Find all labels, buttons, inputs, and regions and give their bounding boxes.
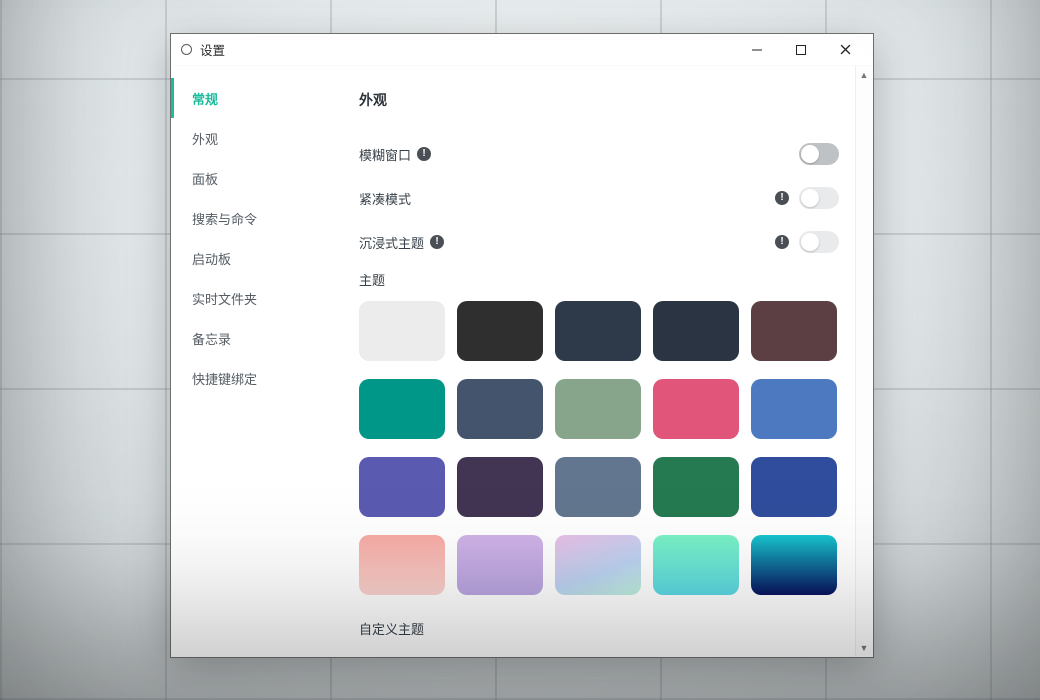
row-blur-window: 模糊窗口 [359, 132, 839, 176]
sidebar-item-memo[interactable]: 备忘录 [171, 318, 347, 358]
theme-swatch-navy-dark[interactable] [653, 301, 739, 361]
theme-swatch-teal[interactable] [359, 379, 445, 439]
label-theme: 主题 [359, 270, 839, 289]
theme-swatch-slate-navy[interactable] [555, 301, 641, 361]
desktop-wallpaper: 设置 常规 外观 面板 搜索与命令 启动板 实时文件 [0, 0, 1040, 700]
theme-swatch-slate-blue[interactable] [457, 379, 543, 439]
theme-swatch-forest[interactable] [653, 457, 739, 517]
sidebar-item-hotkeys[interactable]: 快捷键绑定 [171, 358, 347, 398]
theme-swatch-pink[interactable] [653, 379, 739, 439]
toggle-immersive-theme[interactable] [799, 231, 839, 253]
section-title-appearance: 外观 [359, 90, 839, 110]
theme-swatch-plum[interactable] [457, 457, 543, 517]
settings-sidebar: 常规 外观 面板 搜索与命令 启动板 实时文件夹 备忘录 快捷键绑定 [171, 66, 347, 657]
theme-swatch-grad-mint[interactable] [653, 535, 739, 595]
info-icon[interactable] [775, 191, 789, 205]
info-icon[interactable] [775, 235, 789, 249]
close-button[interactable] [823, 36, 867, 64]
theme-swatch-grid [359, 301, 839, 595]
label-blur-window: 模糊窗口 [359, 145, 411, 164]
toggle-blur-window[interactable] [799, 143, 839, 165]
info-icon[interactable] [430, 235, 444, 249]
window-scrollbar[interactable]: ▲ ▼ [855, 66, 872, 656]
scroll-down-arrow[interactable]: ▼ [856, 639, 872, 656]
maximize-button[interactable] [779, 36, 823, 64]
theme-swatch-azure[interactable] [751, 379, 837, 439]
theme-swatch-grad-ocean[interactable] [751, 535, 837, 595]
toggle-compact-mode[interactable] [799, 187, 839, 209]
theme-swatch-maroon[interactable] [751, 301, 837, 361]
row-compact-mode: 紧凑模式 [359, 176, 839, 220]
info-icon[interactable] [417, 147, 431, 161]
theme-swatch-light[interactable] [359, 301, 445, 361]
label-custom-theme: 自定义主题 [359, 619, 839, 638]
scroll-track[interactable] [856, 83, 872, 639]
theme-swatch-grad-lilac[interactable] [457, 535, 543, 595]
window-controls [735, 36, 867, 64]
label-immersive-theme: 沉浸式主题 [359, 233, 424, 252]
theme-swatch-indigo[interactable] [359, 457, 445, 517]
app-icon [181, 44, 192, 55]
minimize-button[interactable] [735, 36, 779, 64]
theme-swatch-grad-blush[interactable] [359, 535, 445, 595]
sidebar-item-livefolder[interactable]: 实时文件夹 [171, 278, 347, 318]
label-compact-mode: 紧凑模式 [359, 189, 411, 208]
scroll-up-arrow[interactable]: ▲ [856, 66, 872, 83]
theme-swatch-sage[interactable] [555, 379, 641, 439]
theme-swatch-steel[interactable] [555, 457, 641, 517]
sidebar-item-appearance[interactable]: 外观 [171, 118, 347, 158]
settings-content[interactable]: 外观 模糊窗口 紧凑模式 [347, 66, 861, 657]
settings-window: 设置 常规 外观 面板 搜索与命令 启动板 实时文件 [170, 33, 874, 658]
titlebar[interactable]: 设置 [171, 34, 873, 66]
row-immersive-theme: 沉浸式主题 [359, 220, 839, 264]
sidebar-item-launchpad[interactable]: 启动板 [171, 238, 347, 278]
theme-swatch-royal[interactable] [751, 457, 837, 517]
sidebar-item-search[interactable]: 搜索与命令 [171, 198, 347, 238]
sidebar-item-panels[interactable]: 面板 [171, 158, 347, 198]
theme-swatch-grad-pastel[interactable] [555, 535, 641, 595]
window-title: 设置 [200, 40, 225, 59]
theme-swatch-charcoal[interactable] [457, 301, 543, 361]
sidebar-item-general[interactable]: 常规 [171, 78, 347, 118]
